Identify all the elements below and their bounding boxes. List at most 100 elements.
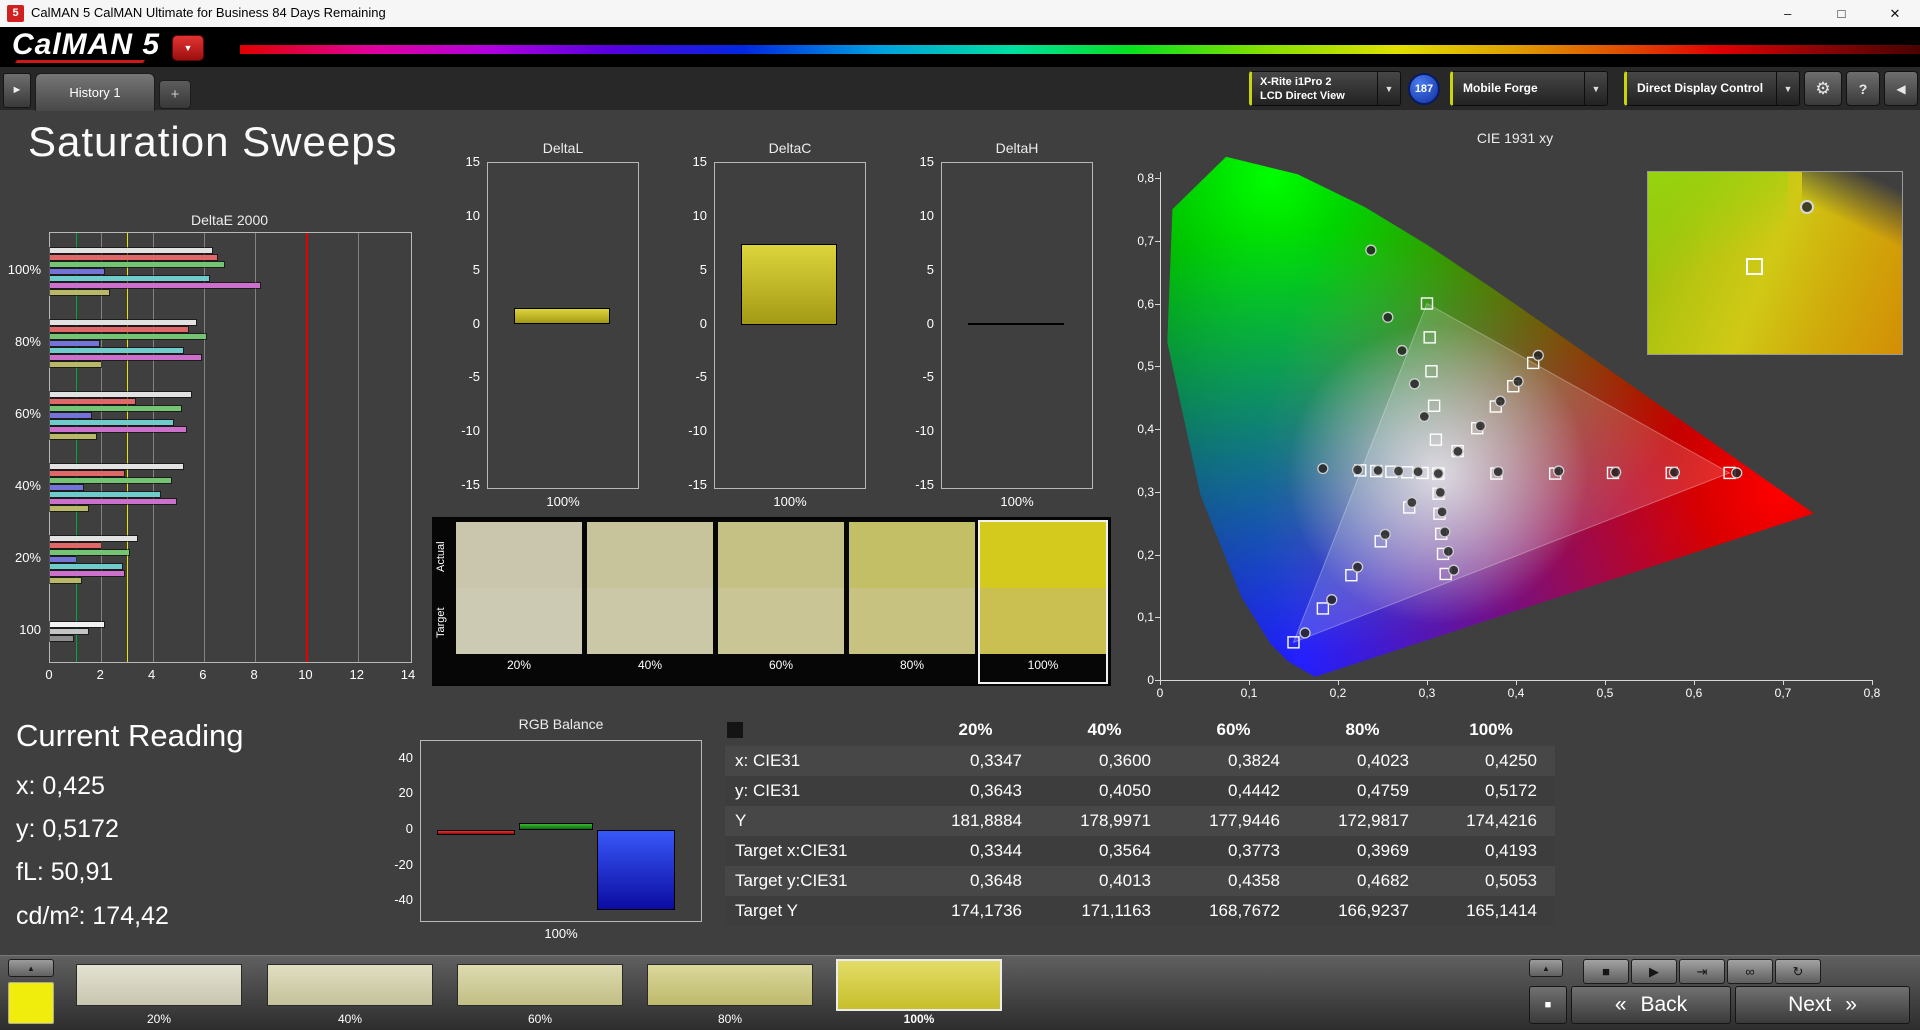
deltac-bar xyxy=(740,243,837,325)
current-patch-swatch[interactable] xyxy=(8,982,54,1024)
measured-point xyxy=(1442,545,1455,558)
swatch-column-40%: 40% xyxy=(587,522,713,682)
rgb-x-label: 100% xyxy=(544,926,578,941)
deltae-bar xyxy=(50,433,97,439)
row-label: x: CIE31 xyxy=(735,751,801,770)
pattern-source-dropdown[interactable]: Mobile Forge ▼ xyxy=(1450,71,1608,106)
x-tick-label: 0,3 xyxy=(1418,686,1436,700)
minimize-icon[interactable]: – xyxy=(1763,0,1813,27)
cell-value: 0,4682 xyxy=(1357,871,1409,890)
loop-button[interactable]: ↻ xyxy=(1775,959,1821,984)
grid-line xyxy=(101,233,103,662)
y-tick-label: -5 xyxy=(695,369,707,385)
deltae-bar xyxy=(50,340,99,346)
swatch-column-label: 20% xyxy=(506,658,532,672)
play-button[interactable]: ▶ xyxy=(1631,959,1677,984)
maximize-icon[interactable]: □ xyxy=(1816,0,1866,27)
actual-swatch xyxy=(456,522,582,588)
cell-value: 181,8884 xyxy=(951,811,1022,830)
reading-fl: fL: 50,91 xyxy=(16,858,114,886)
back-button[interactable]: « Back xyxy=(1571,986,1731,1024)
cell-value: 171,1163 xyxy=(1081,901,1151,920)
y-tick-label: 20 xyxy=(398,785,413,801)
chevron-down-icon[interactable]: ▼ xyxy=(1584,72,1607,105)
patch-button-80%[interactable]: 80% xyxy=(647,962,813,1026)
expand-left-icon[interactable]: ▲ xyxy=(8,959,54,977)
meter-dropdown[interactable]: X-Rite i1Pro 2 LCD Direct View ▼ xyxy=(1249,71,1401,106)
deltae-chart xyxy=(49,232,412,663)
measured-point xyxy=(1731,467,1743,479)
tick-mark xyxy=(1155,366,1160,368)
deltae-bar xyxy=(50,326,189,332)
deltae-bar xyxy=(50,289,109,295)
cell-value: 0,4050 xyxy=(1099,781,1151,800)
collapse-panel-icon[interactable]: ◀ xyxy=(1884,71,1918,106)
y-tick-label: 0,2 xyxy=(1137,547,1154,562)
y-tick-label: 20% xyxy=(14,550,41,565)
deltae-bar xyxy=(50,491,161,497)
stop-measure-button[interactable]: ■ xyxy=(1529,986,1567,1024)
swatch-column-80%: 80% xyxy=(849,522,975,682)
stop-button[interactable]: ■ xyxy=(1583,959,1629,984)
help-icon[interactable]: ? xyxy=(1846,71,1880,106)
y-tick-label: -15 xyxy=(461,477,480,492)
deltal-bar xyxy=(513,308,610,325)
y-tick-label: 0 xyxy=(472,315,480,331)
reference-line xyxy=(75,233,77,662)
measured-point xyxy=(1392,465,1405,477)
measured-point xyxy=(1668,466,1681,478)
next-button[interactable]: Next » xyxy=(1735,986,1910,1024)
actual-swatch xyxy=(980,522,1106,588)
meter-count-badge: 187 xyxy=(1408,73,1440,105)
cell-value: 0,3344 xyxy=(970,841,1022,860)
x-tick-label: 10 xyxy=(298,667,313,682)
logo-menu-button[interactable]: ▼ xyxy=(172,35,204,61)
meter-mode: LCD Direct View xyxy=(1260,90,1345,102)
close-icon[interactable]: ✕ xyxy=(1870,0,1920,27)
patch-button-60%[interactable]: 60% xyxy=(457,962,623,1026)
table-corner xyxy=(727,722,743,738)
row-label: Target Y xyxy=(735,901,799,920)
page-title: Saturation Sweeps xyxy=(28,118,398,165)
calman-app: 5 CalMAN 5 CalMAN Ultimate for Business … xyxy=(0,0,1920,1030)
cell-value: 0,4250 xyxy=(1485,751,1537,770)
swatch-column-label: 60% xyxy=(768,658,794,672)
grid-line xyxy=(152,233,154,662)
inset-outside-locus xyxy=(1802,172,1902,252)
deltae-bar xyxy=(50,556,76,562)
chevron-down-icon[interactable]: ▼ xyxy=(1776,72,1799,105)
cell-value: 0,3648 xyxy=(970,871,1022,890)
expand-right-icon[interactable]: ▲ xyxy=(1529,959,1563,977)
target-swatch xyxy=(587,588,713,654)
y-tick-label: 80% xyxy=(14,334,41,349)
chevron-down-icon[interactable]: ▼ xyxy=(1377,72,1400,105)
display-control-dropdown[interactable]: Direct Display Control ▼ xyxy=(1624,71,1800,106)
y-tick-label: 0,4 xyxy=(1137,422,1154,436)
tab-history[interactable]: History 1 xyxy=(35,73,155,111)
cie-chart-title: CIE 1931 xy xyxy=(1476,130,1554,146)
deltac-y-axis: 15 10 5 0 -5 -10 -15 xyxy=(680,154,710,492)
deltae-bar xyxy=(50,542,102,548)
patch-swatch xyxy=(457,964,623,1006)
measured-point xyxy=(1379,528,1391,541)
cie-zoom-inset xyxy=(1647,171,1903,355)
add-tab-button[interactable]: + xyxy=(159,80,191,109)
step-button[interactable]: ⇥ xyxy=(1679,959,1725,984)
x-tick-label: 14 xyxy=(400,667,416,682)
patch-button-40%[interactable]: 40% xyxy=(267,962,433,1026)
swatch-column-60%: 60% xyxy=(718,522,844,682)
tab-scroll-button[interactable]: ► xyxy=(3,73,31,108)
measured-point xyxy=(1553,465,1565,477)
cell-value: 177,9446 xyxy=(1209,811,1280,830)
column-header: 60% xyxy=(1216,720,1251,739)
back-label: Back xyxy=(1640,993,1688,1016)
table-row: y: CIE31 0,3643 0,4050 0,4442 0,4759 0,5172 xyxy=(725,776,1555,806)
measured-point xyxy=(1351,561,1364,573)
swatch-column-100%: 100% xyxy=(978,520,1108,684)
patch-button-100%[interactable]: 100% xyxy=(836,959,1002,1026)
gear-icon[interactable]: ⚙ xyxy=(1804,71,1842,106)
patch-button-20%[interactable]: 20% xyxy=(76,962,242,1026)
tick-mark xyxy=(1155,178,1160,179)
continuous-button[interactable]: ∞ xyxy=(1727,959,1773,984)
deltae-bar xyxy=(50,275,209,281)
